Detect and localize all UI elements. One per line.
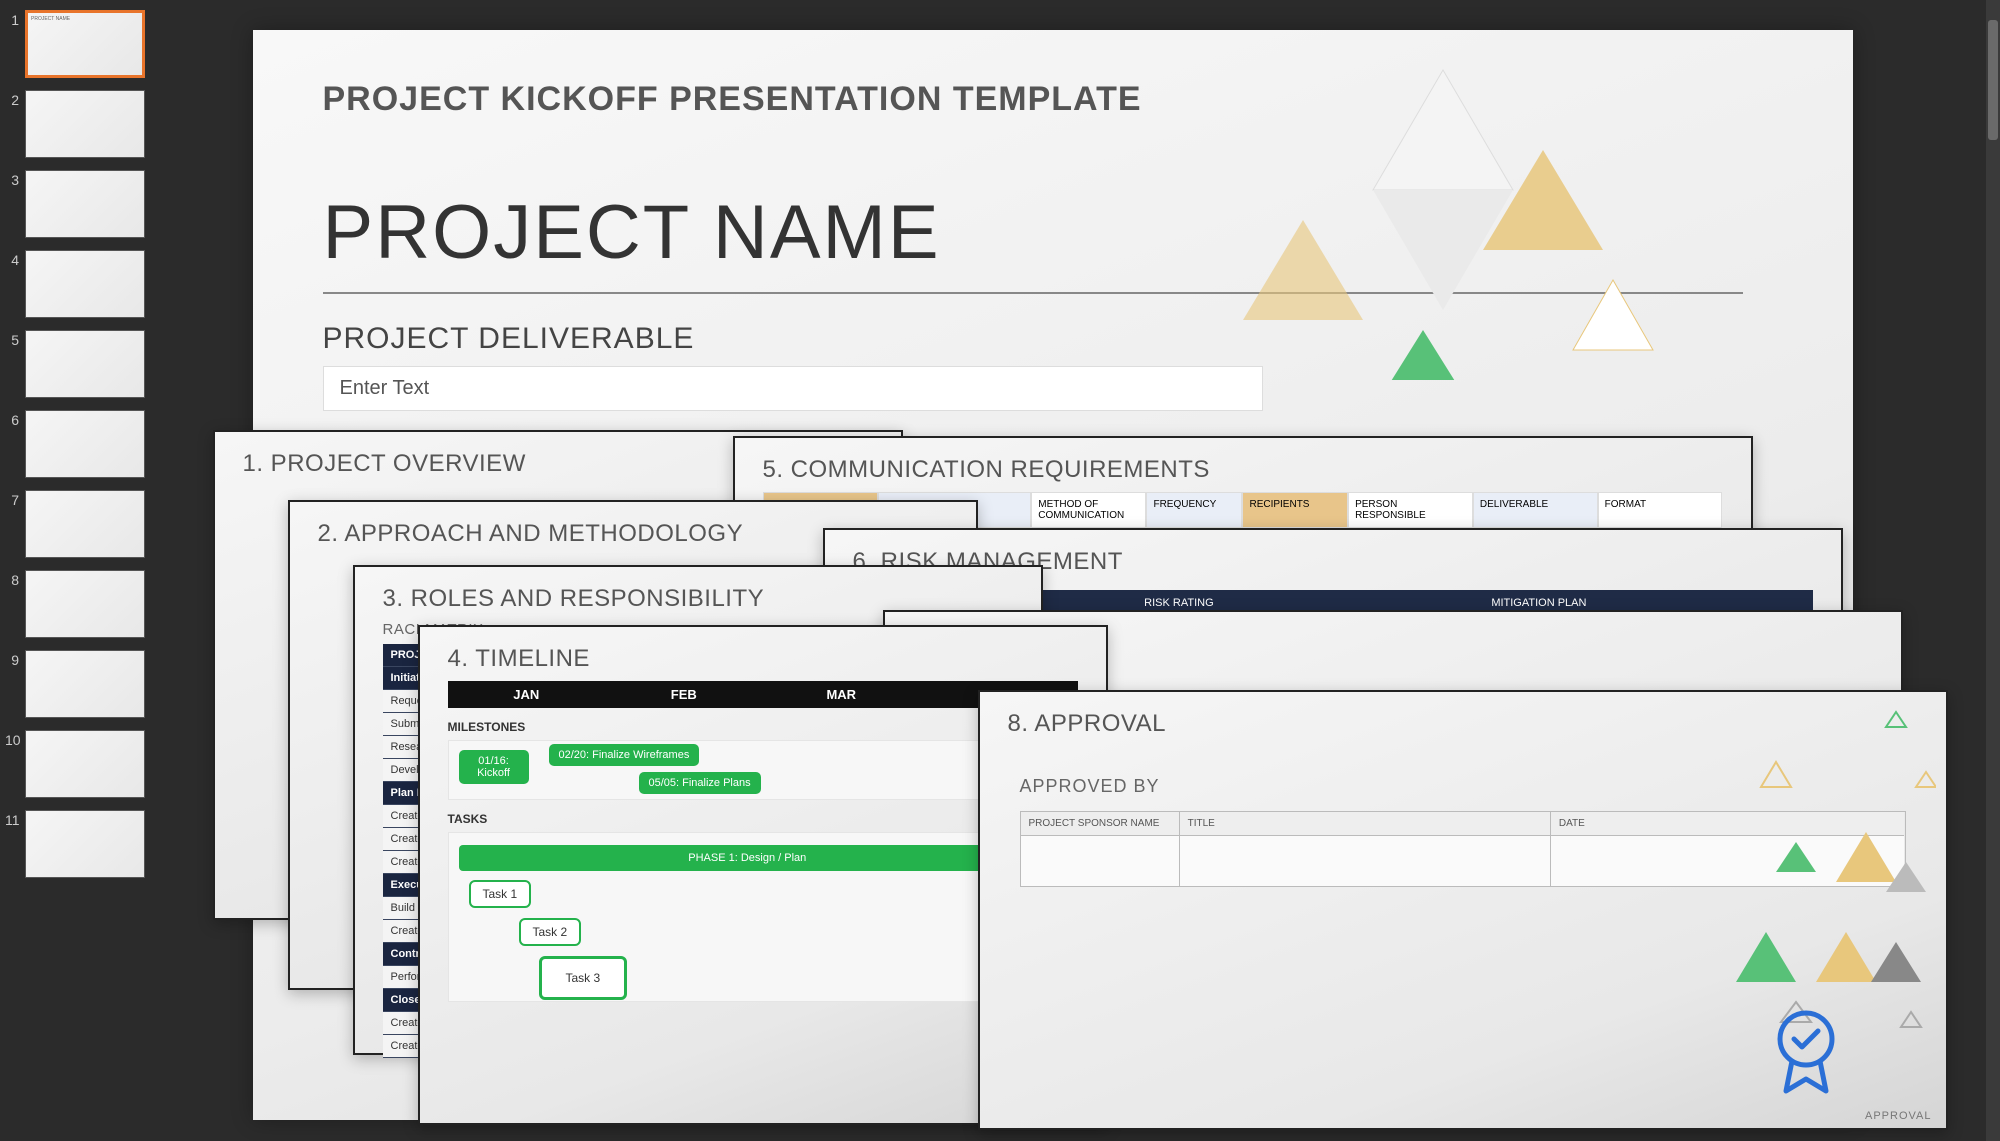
approval-table: PROJECT SPONSOR NAME TITLE DATE — [1020, 811, 1906, 887]
deliverable-input[interactable]: Enter Text — [323, 366, 1263, 411]
task-pill[interactable]: Task 2 — [519, 918, 582, 946]
card-title: 4. TIMELINE — [420, 627, 1106, 681]
card-title: 5. COMMUNICATION REQUIREMENTS — [735, 438, 1751, 492]
col-header: PROJECT SPONSOR NAME — [1021, 812, 1179, 836]
milestone-pill[interactable]: 05/05: Finalize Plans — [639, 772, 761, 794]
col-header: FREQUENCY — [1146, 492, 1242, 528]
slide-thumb-10[interactable] — [25, 730, 145, 798]
thumb-number: 3 — [5, 170, 25, 188]
thumb-number: 6 — [5, 410, 25, 428]
thumb-number: 10 — [5, 730, 25, 748]
slide-thumb-11[interactable] — [25, 810, 145, 878]
milestone-pill[interactable]: 01/16: Kickoff — [459, 750, 529, 784]
col-header: DELIVERABLE — [1473, 492, 1598, 528]
footer-label: APPROVAL — [1865, 1110, 1932, 1122]
slide-editor[interactable]: PROJECT KICKOFF PRESENTATION TEMPLATE PR… — [175, 0, 2000, 1141]
thumb-number: 2 — [5, 90, 25, 108]
phase-bar[interactable]: PHASE 1: Design / Plan — [459, 845, 1037, 871]
scrollbar-thumb[interactable] — [1988, 20, 1998, 140]
approved-by-label: APPROVED BY — [1020, 776, 1906, 797]
slide-thumb-1[interactable]: PROJECT NAME — [25, 10, 145, 78]
thumb-number: 11 — [5, 810, 25, 828]
thumb-number: 9 — [5, 650, 25, 668]
phase-label: PHASE 1: Design / Plan — [688, 852, 806, 864]
thumb-number: 1 — [5, 10, 25, 28]
slide-thumb-2[interactable] — [25, 90, 145, 158]
slide-thumb-5[interactable] — [25, 330, 145, 398]
slide-thumbnails-panel: 1PROJECT NAME 2 3 4 5 6 7 8 9 10 11 — [0, 0, 175, 1141]
slide-thumb-8[interactable] — [25, 570, 145, 638]
slide-thumb-7[interactable] — [25, 490, 145, 558]
triangle-decor-icon — [1183, 60, 1703, 380]
approval-badge-icon — [1766, 1005, 1846, 1110]
milestone-pill[interactable]: 02/20: Finalize Wireframes — [549, 744, 700, 766]
slide-thumb-4[interactable] — [25, 250, 145, 318]
slide-thumb-3[interactable] — [25, 170, 145, 238]
col-header: TITLE — [1180, 812, 1550, 836]
card-title: 8. APPROVAL — [980, 692, 1946, 746]
slide-canvas: PROJECT KICKOFF PRESENTATION TEMPLATE PR… — [213, 30, 1963, 1120]
thumb-number: 7 — [5, 490, 25, 508]
card-approval[interactable]: 8. APPROVAL APPROVED BY PROJECT SPONSOR … — [978, 690, 1948, 1130]
col-header: FORMAT — [1598, 492, 1723, 528]
col-header: METHOD OF COMMUNICATION — [1031, 492, 1146, 528]
month-label: FEB — [605, 681, 763, 708]
presentation-app: 1PROJECT NAME 2 3 4 5 6 7 8 9 10 11 PROJ… — [0, 0, 2000, 1141]
thumb-number: 5 — [5, 330, 25, 348]
thumb-number: 8 — [5, 570, 25, 588]
month-label: MAR — [763, 681, 921, 708]
slide-thumb-9[interactable] — [25, 650, 145, 718]
col-header: PERSON RESPONSIBLE — [1348, 492, 1473, 528]
col-header: RECIPIENTS — [1242, 492, 1348, 528]
col-header: DATE — [1551, 812, 1905, 836]
task-pill[interactable]: Task 1 — [469, 880, 532, 908]
slide-thumb-6[interactable] — [25, 410, 145, 478]
vertical-scrollbar[interactable] — [1986, 0, 2000, 1141]
month-label: JAN — [448, 681, 606, 708]
thumb-number: 4 — [5, 250, 25, 268]
task-pill[interactable]: Task 3 — [539, 956, 628, 1000]
